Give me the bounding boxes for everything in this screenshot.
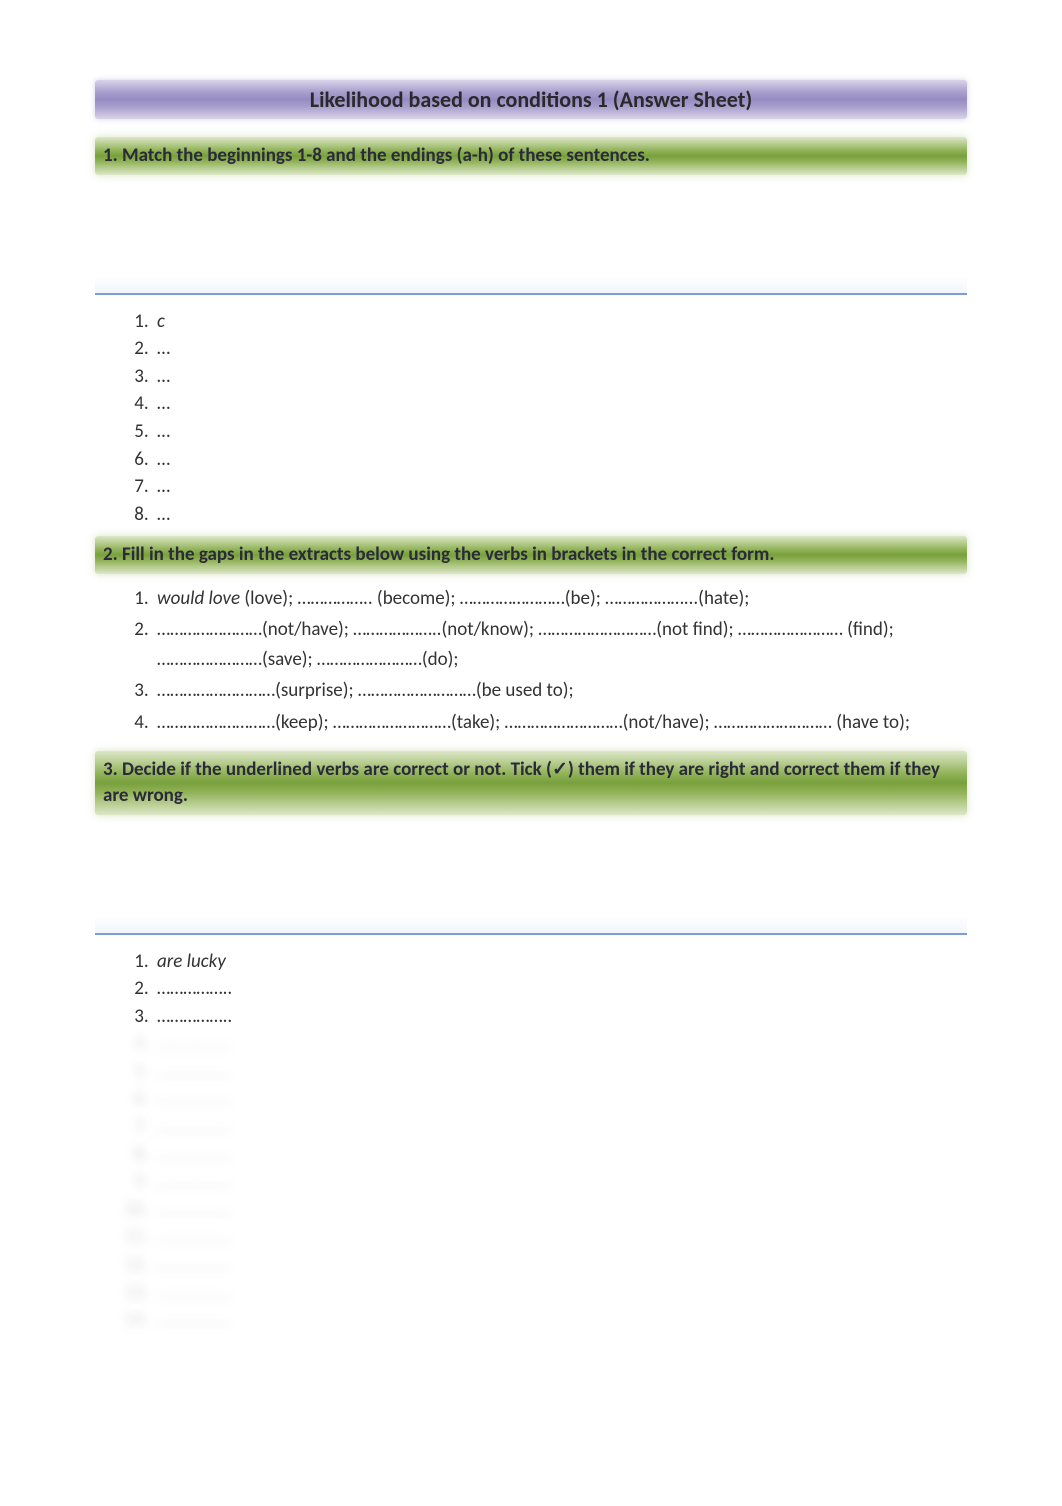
list-item: …………….. — [153, 1197, 967, 1224]
answer-text: …………….. — [157, 1170, 232, 1193]
list-item: … — [153, 391, 967, 418]
section1-heading: 1. Match the beginnings 1-8 and the endi… — [95, 137, 967, 175]
page-title: Likelihood based on conditions 1 (Answer… — [95, 80, 967, 119]
list-item: …………….. — [153, 1307, 967, 1334]
list-item: …………….. — [153, 1031, 967, 1058]
answer-text: …………….. — [157, 1281, 232, 1304]
list-item: would love (love); …………….. (become); ………… — [153, 584, 967, 613]
answer-text: … — [157, 475, 170, 498]
gap-text: ……………………(not/have); ………………..(not/know); … — [157, 618, 894, 670]
answer-text: …………….. — [157, 1060, 232, 1083]
list-item: …………….. — [153, 1252, 967, 1279]
answer-text: …………….. — [157, 1253, 232, 1276]
list-item: … — [153, 364, 967, 391]
list-item: … — [153, 474, 967, 501]
lead-answer: would love — [157, 587, 240, 610]
section1-answer-list: c … … … … … … … — [95, 309, 967, 529]
section3-answer-list: are lucky …………….. …………….. — [95, 949, 967, 1031]
gap-text: (love); …………….. (become); ……………………(be); … — [240, 587, 749, 610]
section3-answer-list-hidden: …………….. …………….. …………….. …………….. …………….. … — [95, 1031, 967, 1334]
section3-blank-area — [95, 825, 967, 935]
answer-sheet-page: Likelihood based on conditions 1 (Answer… — [0, 0, 1062, 1506]
list-item: …………….. — [153, 976, 967, 1003]
answer-text: c — [157, 310, 165, 333]
list-item: … — [153, 419, 967, 446]
list-item: …………….. — [153, 1114, 967, 1141]
answer-text: … — [157, 420, 170, 443]
list-item: ………………………(surprise); ………………………(be used t… — [153, 676, 967, 705]
answer-text: …………….. — [157, 1198, 232, 1221]
list-item: …………….. — [153, 1004, 967, 1031]
section2-item-list: would love (love); …………….. (become); ………… — [95, 584, 967, 737]
list-item: …………….. — [153, 1280, 967, 1307]
section3-heading: 3. Decide if the underlined verbs are co… — [95, 751, 967, 814]
gap-text: ………………………(surprise); ………………………(be used t… — [157, 679, 574, 702]
answer-text: … — [157, 337, 170, 360]
blurred-preview-region: …………….. …………….. …………….. …………….. …………….. … — [95, 1031, 967, 1334]
section2-heading: 2. Fill in the gaps in the extracts belo… — [95, 536, 967, 574]
list-item: ……………………(not/have); ………………..(not/know); … — [153, 615, 967, 674]
list-item: …………….. — [153, 1224, 967, 1251]
answer-text: …………….. — [157, 1225, 232, 1248]
answer-text: … — [157, 392, 170, 415]
list-item: … — [153, 502, 967, 529]
answer-text: …………….. — [157, 1115, 232, 1138]
list-item: …………….. — [153, 1142, 967, 1169]
answer-text: …………….. — [157, 1143, 232, 1166]
answer-text: … — [157, 365, 170, 388]
list-item: are lucky — [153, 949, 967, 976]
answer-text: … — [157, 448, 170, 471]
list-item: …………….. — [153, 1169, 967, 1196]
list-item: … — [153, 336, 967, 363]
list-item: … — [153, 447, 967, 474]
answer-text: are lucky — [157, 950, 226, 973]
list-item: ………………………(keep); ………………………(take); ………………… — [153, 708, 967, 737]
answer-text: …………….. — [157, 977, 232, 1000]
answer-text: …………….. — [157, 1032, 232, 1055]
gap-text: ………………………(keep); ………………………(take); ………………… — [157, 711, 910, 734]
answer-text: …………….. — [157, 1308, 232, 1331]
section1-blank-area — [95, 185, 967, 295]
answer-text: …………….. — [157, 1005, 232, 1028]
list-item: c — [153, 309, 967, 336]
list-item: …………….. — [153, 1059, 967, 1086]
answer-text: … — [157, 503, 170, 526]
list-item: …………….. — [153, 1086, 967, 1113]
answer-text: …………….. — [157, 1087, 232, 1110]
